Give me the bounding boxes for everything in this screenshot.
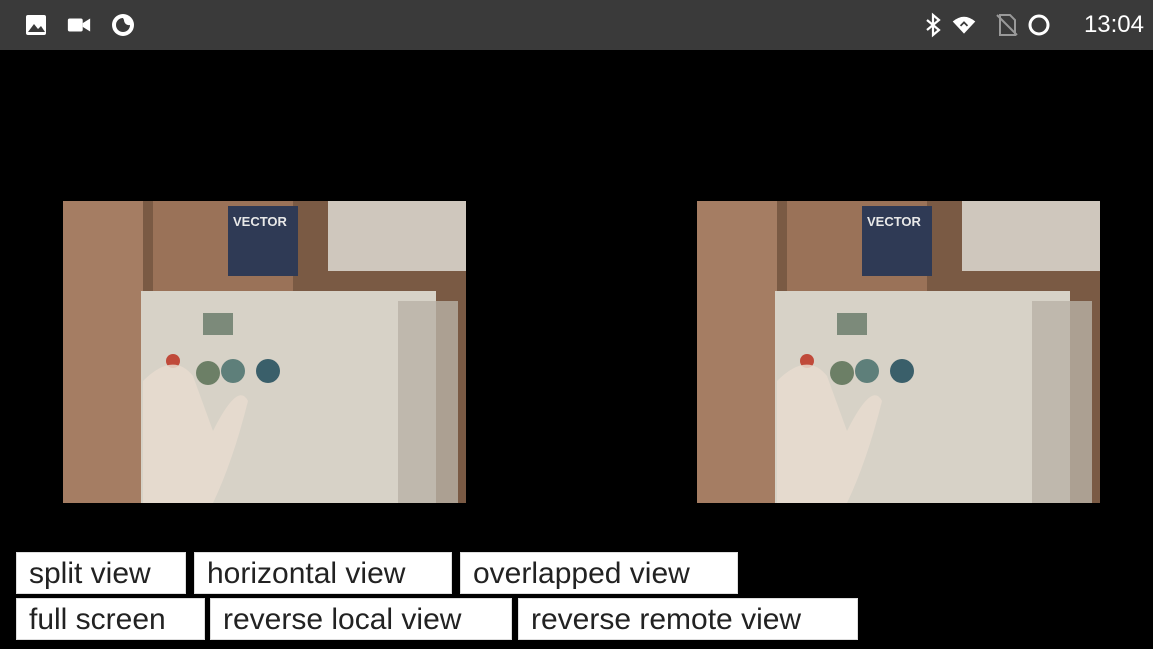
status-bar: 13:04 [0, 0, 1153, 50]
local-video[interactable]: VECTOR [63, 201, 466, 503]
image-icon [26, 15, 46, 35]
local-video-caption: VECTOR [233, 214, 288, 229]
firefox-icon [112, 14, 134, 36]
overlapped-view-button[interactable]: overlapped view [460, 552, 738, 594]
full-screen-button[interactable]: full screen [16, 598, 205, 640]
bluetooth-icon [926, 12, 941, 38]
reverse-remote-view-button[interactable]: reverse remote view [518, 598, 858, 640]
status-time: 13:04 [1083, 11, 1144, 38]
video-camera-icon [67, 18, 91, 32]
wifi-icon [952, 16, 976, 34]
local-video-frame: VECTOR [63, 201, 466, 503]
reverse-local-view-button[interactable]: reverse local view [210, 598, 512, 640]
remote-video[interactable]: VECTOR [697, 201, 1100, 503]
horizontal-view-button[interactable]: horizontal view [194, 552, 452, 594]
remote-video-caption: VECTOR [867, 214, 922, 229]
no-sim-icon [996, 14, 1018, 36]
sync-icon [1028, 14, 1050, 36]
split-view-button[interactable]: split view [16, 552, 186, 594]
remote-video-frame: VECTOR [697, 201, 1100, 503]
